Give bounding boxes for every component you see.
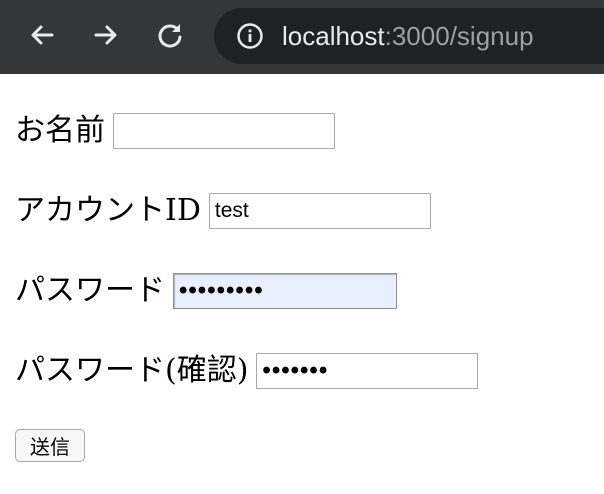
reload-button[interactable]	[150, 15, 190, 55]
url-host: localhost	[282, 21, 385, 51]
back-button[interactable]	[22, 15, 62, 55]
url-path: :3000/signup	[384, 21, 534, 51]
password-confirm-row: パスワード(確認)	[15, 352, 479, 390]
password-confirm-field[interactable]	[256, 353, 479, 389]
account-id-field[interactable]	[208, 193, 431, 229]
reload-icon	[158, 24, 182, 48]
arrow-right-icon	[94, 25, 117, 45]
name-field[interactable]	[113, 113, 335, 149]
name-label: お名前	[15, 113, 105, 148]
password-label: パスワード	[15, 273, 165, 308]
account-id-label: アカウントID	[15, 193, 201, 228]
arrow-left-icon	[31, 25, 54, 45]
name-row: お名前	[15, 112, 335, 150]
password-row: パスワード	[15, 272, 397, 310]
url-text[interactable]: localhost:3000/signup	[282, 18, 534, 54]
forward-button[interactable]	[86, 15, 126, 55]
password-confirm-label: パスワード(確認)	[15, 353, 249, 388]
browser-toolbar: localhost:3000/signup	[0, 0, 604, 74]
info-icon[interactable]	[236, 22, 264, 50]
account-id-row: アカウントID	[15, 192, 431, 230]
password-field[interactable]	[173, 273, 397, 309]
submit-button[interactable]: 送信	[15, 429, 85, 462]
